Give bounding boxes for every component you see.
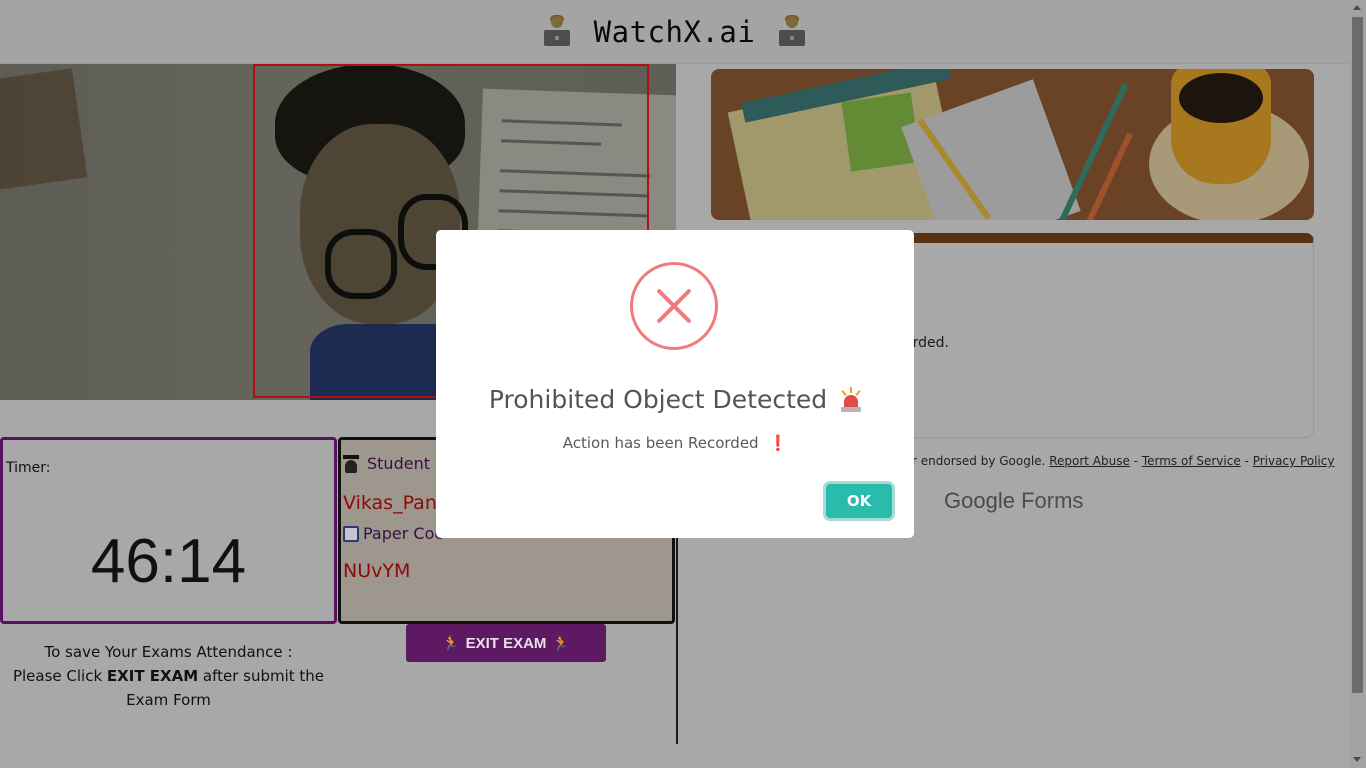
clipboard-icon xyxy=(343,525,359,542)
exit-exam-label: EXIT EXAM xyxy=(465,634,547,652)
form-footer: r endorsed by Google. Report Abuse - Ter… xyxy=(912,454,1334,468)
timer-panel: Timer: 46:14 xyxy=(0,437,337,624)
page-scrollbar[interactable] xyxy=(1349,0,1366,768)
error-x-icon xyxy=(630,262,718,350)
app-title: WatchX.ai xyxy=(593,14,756,49)
footer-separator: - xyxy=(1240,454,1253,468)
privacy-link[interactable]: Privacy Policy xyxy=(1253,454,1335,468)
terms-link[interactable]: Terms of Service xyxy=(1142,454,1241,468)
ok-button[interactable]: OK xyxy=(826,484,892,518)
runner-icon: 🏃 xyxy=(442,634,460,651)
app-header: WatchX.ai xyxy=(0,0,1349,64)
forms-logo-text: Forms xyxy=(1021,488,1084,513)
google-forms-logo[interactable]: Google Forms xyxy=(944,488,1083,514)
footer-separator: - xyxy=(1129,454,1142,468)
siren-icon xyxy=(841,386,862,413)
paper-code-label: Paper Coc xyxy=(363,524,444,543)
paper-code-heading: Paper Coc xyxy=(343,524,443,543)
report-abuse-link[interactable]: Report Abuse xyxy=(1049,454,1130,468)
developer-avatar-icon xyxy=(542,14,572,48)
attendance-instructions: To save Your Exams Attendance : Please C… xyxy=(0,640,337,712)
scroll-up-arrow-icon[interactable] xyxy=(1353,5,1361,10)
alert-title: Prohibited Object Detected xyxy=(488,385,828,414)
runner-icon: 🏃 xyxy=(552,634,570,651)
form-header-banner xyxy=(711,69,1314,220)
timer-value: 46:14 xyxy=(90,527,247,596)
alert-title-row: Prohibited Object Detected xyxy=(436,385,914,414)
student-heading: Student I xyxy=(343,454,440,473)
alert-message-row: Action has been Recorded ❗ xyxy=(436,434,914,452)
attendance-line2: Please Click EXIT EXAM after submit the … xyxy=(0,664,337,712)
graduate-icon xyxy=(343,454,359,473)
paper-code-value: NUvYM xyxy=(343,560,411,582)
student-heading-label: Student I xyxy=(367,454,440,473)
footer-disclaimer: r endorsed by Google. xyxy=(912,454,1046,468)
google-logo-text: Google xyxy=(944,488,1015,513)
timer-label: Timer: xyxy=(6,460,51,476)
developer-avatar-icon xyxy=(777,14,807,48)
attendance-bold: EXIT EXAM xyxy=(106,667,199,685)
attendance-prefix: Please Click xyxy=(12,667,107,685)
exit-exam-button[interactable]: 🏃 EXIT EXAM 🏃 xyxy=(406,624,606,662)
student-name: Vikas_Pand xyxy=(343,492,449,514)
attendance-line1: To save Your Exams Attendance : xyxy=(44,643,293,661)
alert-dialog: Prohibited Object Detected Action has be… xyxy=(436,230,914,538)
alert-message: Action has been Recorded xyxy=(562,434,759,452)
scrollbar-thumb[interactable] xyxy=(1352,17,1363,693)
scroll-down-arrow-icon[interactable] xyxy=(1353,757,1361,762)
exclamation-icon: ❗ xyxy=(768,434,788,452)
